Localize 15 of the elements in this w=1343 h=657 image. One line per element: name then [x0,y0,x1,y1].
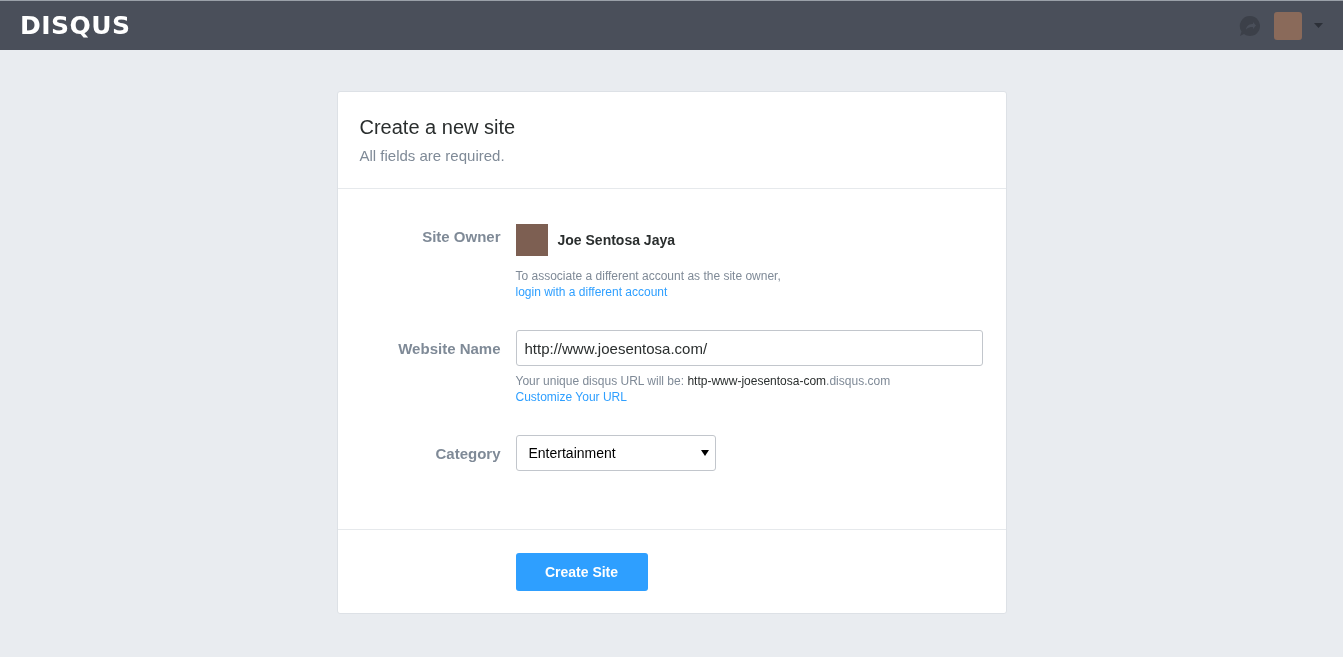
card-title: Create a new site [359,116,517,139]
caret-icon [700,450,709,456]
photo-placeholder [515,224,548,256]
field-label: Website Name [398,339,501,357]
website-name-field[interactable]: http://www.joesentosa.com/ [515,330,983,366]
owner-name: Joe Sentosa Jaya [557,232,675,248]
card-subtitle: All fields are required. [359,147,506,164]
category-select[interactable]: Entertainment [515,435,716,471]
hint-text: To associate a different account as the site owner, [515,268,782,284]
caret-icon[interactable] [1314,23,1323,28]
field-label: Site Owner [422,227,501,245]
logo[interactable]: DISQUS [20,11,131,40]
hint-text: Your unique disqus URL will be: http-www-joesentosa-com.disqus.com [515,373,892,389]
field-label: Category [435,444,501,462]
avatar-placeholder[interactable] [1274,11,1302,40]
